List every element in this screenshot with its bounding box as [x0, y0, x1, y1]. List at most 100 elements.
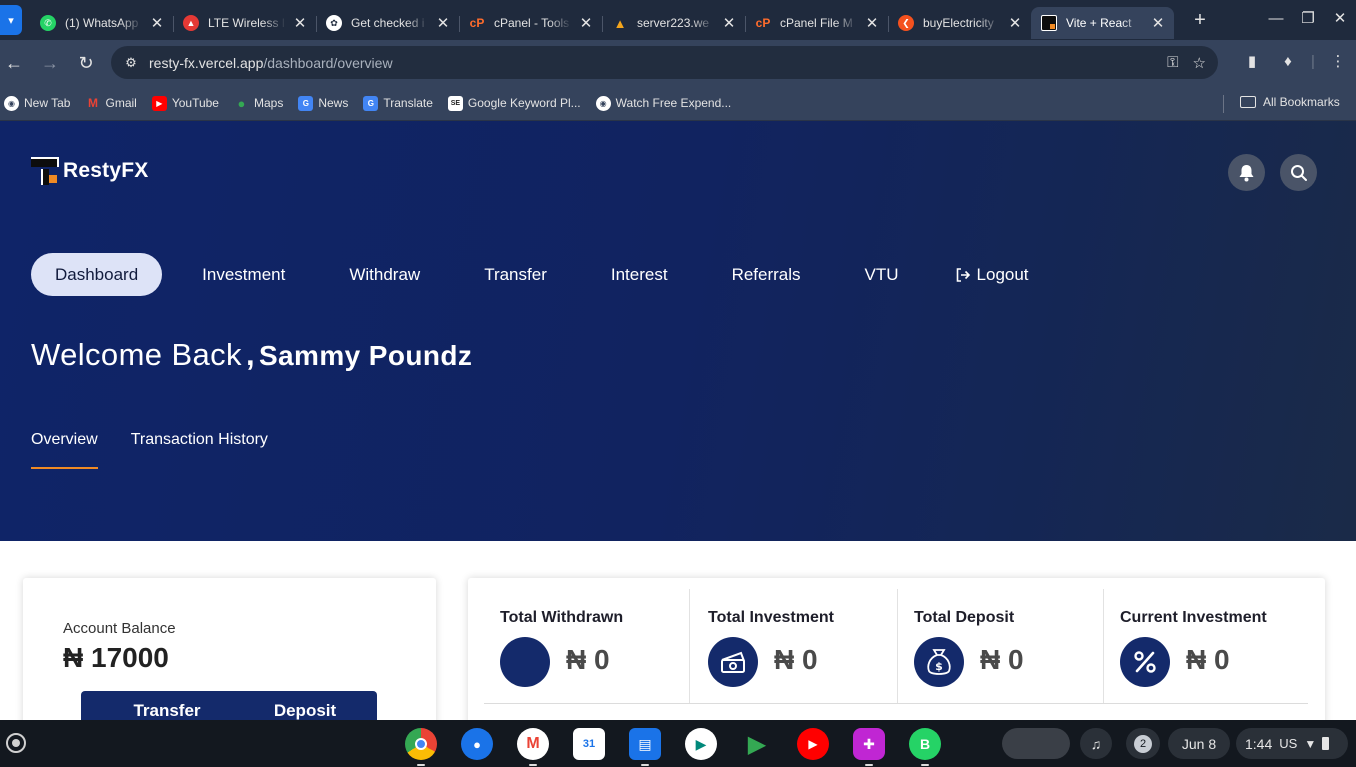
bookmark-item[interactable]: G Translate — [363, 95, 433, 111]
news-icon: G — [298, 95, 314, 111]
bookmark-item[interactable]: SE Google Keyword Pl... — [447, 95, 581, 111]
nav-vtu[interactable]: VTU — [865, 253, 899, 296]
close-window-icon[interactable]: ✕ — [1324, 9, 1356, 27]
close-icon[interactable]: ✕ — [721, 14, 737, 32]
url-text: resty-fx.vercel.app/dashboard/overview — [149, 55, 393, 71]
brand-logo[interactable]: RestyFX — [31, 157, 148, 185]
stats-card: Total Withdrawn ₦ 0 Total Investment ₦ 0… — [468, 578, 1325, 738]
reading-mode-icon[interactable]: ▮ — [1234, 52, 1270, 70]
tab-title: (1) WhatsApp — [65, 16, 139, 30]
main-nav: Dashboard Investment Withdraw Transfer I… — [31, 253, 1029, 296]
welcome-comma: , — [245, 337, 255, 372]
tab-title: buyElectricity — [923, 16, 994, 30]
calendar-icon[interactable]: 31 — [573, 728, 605, 760]
logout-icon — [956, 267, 970, 282]
youtube-icon: ▶ — [151, 95, 167, 111]
reload-icon[interactable]: ↻ — [68, 53, 104, 74]
bookmark-item[interactable]: ◉ New Tab — [4, 95, 70, 111]
gmail-icon: M — [87, 96, 98, 110]
browser-tab[interactable]: ✿ Get checked i ✕ — [316, 7, 459, 39]
nav-referrals[interactable]: Referrals — [732, 253, 801, 296]
browser-tab-active[interactable]: Vite + React ✕ — [1031, 7, 1174, 39]
notification-button[interactable] — [1228, 154, 1265, 191]
all-bookmarks-button[interactable]: All Bookmarks — [1240, 95, 1340, 109]
restore-icon[interactable]: ❐ — [1292, 9, 1324, 27]
stat-label: Total Deposit — [914, 609, 1015, 626]
whatsapp-business-icon[interactable]: B — [909, 728, 941, 766]
gmail-icon[interactable]: M — [517, 728, 549, 766]
stat-value: ₦ 0 — [1186, 644, 1230, 675]
seo-icon: SE — [447, 95, 463, 111]
date-tray[interactable]: Jun 8 — [1168, 728, 1230, 759]
bookmark-item[interactable]: ◉ Watch Free Expend... — [595, 95, 731, 111]
browser-tab[interactable]: cP cPanel - Tools ✕ — [459, 7, 602, 39]
bookmark-item[interactable]: M Gmail — [85, 96, 137, 111]
bookmark-star-icon[interactable]: ☆ — [1193, 54, 1206, 72]
nav-withdraw[interactable]: Withdraw — [349, 253, 420, 296]
close-icon[interactable]: ✕ — [1150, 14, 1166, 32]
logo-mark-icon — [31, 157, 59, 185]
play-store-icon[interactable]: ▶ — [741, 728, 773, 760]
blank-circle-icon — [500, 637, 550, 687]
tab-transaction-history[interactable]: Transaction History — [131, 431, 268, 469]
lte-icon: ▲ — [183, 15, 199, 31]
close-icon[interactable]: ✕ — [1007, 14, 1023, 32]
url-path: /dashboard/overview — [263, 54, 393, 71]
messages-icon[interactable]: ● — [461, 728, 493, 760]
nav-investment[interactable]: Investment — [202, 253, 285, 296]
new-tab-button[interactable]: + — [1188, 9, 1212, 32]
files-icon[interactable]: ▤ — [629, 728, 661, 766]
stat-value: ₦ 0 — [980, 644, 1024, 675]
address-bar[interactable]: ⚙ resty-fx.vercel.app/dashboard/overview… — [111, 46, 1218, 79]
youtube-icon[interactable]: ▶ — [797, 728, 829, 760]
meet-icon[interactable]: ▶ — [685, 728, 717, 760]
close-icon[interactable]: ✕ — [864, 14, 880, 32]
password-key-icon[interactable]: ⚿ — [1167, 54, 1178, 72]
status-tray[interactable]: 1:44 US ▼ — [1236, 728, 1348, 759]
brand-name: RestyFX — [63, 159, 149, 182]
photo-editor-icon[interactable]: ✚ — [853, 728, 885, 766]
browser-tab[interactable]: cP cPanel File M ✕ — [745, 7, 888, 39]
holding-space-tray[interactable] — [1002, 728, 1070, 759]
tab-title: cPanel - Tools — [494, 16, 570, 30]
url-host: resty-fx.vercel.app — [149, 54, 264, 71]
date-text: Jun 8 — [1181, 735, 1217, 752]
notification-count[interactable]: 2 — [1126, 728, 1160, 759]
media-controls-icon[interactable]: ♫ — [1080, 728, 1112, 759]
site-info-icon[interactable]: ⚙ — [119, 55, 143, 71]
tab-overview[interactable]: Overview — [31, 431, 98, 469]
close-icon[interactable]: ✕ — [292, 14, 308, 32]
minimize-icon[interactable]: — — [1260, 10, 1292, 27]
logout-button[interactable]: Logout — [955, 253, 1029, 296]
bookmark-item[interactable]: ▶ YouTube — [151, 95, 219, 111]
search-button[interactable] — [1280, 154, 1317, 191]
account-balance-card: Account Balance ₦ 17000 Transfer Deposit — [23, 578, 436, 738]
svg-text:$: $ — [935, 660, 943, 673]
bookmark-item[interactable]: ● Maps — [234, 95, 284, 111]
browser-tab[interactable]: ▲ LTE Wireless I ✕ — [173, 7, 316, 39]
electricity-icon: ❮ — [898, 15, 914, 31]
bookmarks-bar: ◉ New Tab M Gmail ▶ YouTube ● Maps G News G Tr… — [0, 86, 1356, 121]
chrome-icon[interactable] — [405, 728, 437, 766]
window-controls: — ❐ ✕ — [1260, 0, 1356, 36]
browser-tab[interactable]: ▲ server223.we ✕ — [602, 7, 745, 39]
extensions-icon[interactable]: ♦ — [1270, 53, 1306, 70]
close-icon[interactable]: ✕ — [149, 14, 165, 32]
launcher-icon[interactable] — [6, 733, 26, 753]
bookmark-item[interactable]: G News — [298, 95, 348, 111]
dashboard-header: RestyFX Dashboard Investment Withdraw Tr… — [0, 121, 1356, 541]
search-icon — [1290, 164, 1307, 181]
maps-icon: ● — [237, 95, 246, 111]
tab-search-button[interactable]: ▾ — [0, 5, 22, 35]
nav-interest[interactable]: Interest — [611, 253, 668, 296]
browser-tab[interactable]: ❮ buyElectricity ✕ — [888, 7, 1031, 39]
browser-tab[interactable]: ✆ (1) WhatsApp ✕ — [30, 7, 173, 39]
stat-label: Total Withdrawn — [500, 609, 624, 626]
close-icon[interactable]: ✕ — [435, 14, 451, 32]
menu-icon[interactable]: ⋮ — [1320, 52, 1356, 70]
back-icon[interactable]: ← — [0, 53, 32, 74]
nav-transfer[interactable]: Transfer — [484, 253, 547, 296]
forward-icon[interactable]: → — [32, 53, 68, 74]
nav-dashboard[interactable]: Dashboard — [31, 253, 163, 296]
close-icon[interactable]: ✕ — [578, 14, 594, 32]
